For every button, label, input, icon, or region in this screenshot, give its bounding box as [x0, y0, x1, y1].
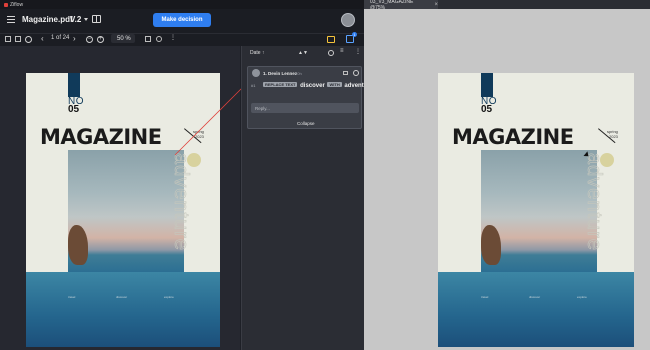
zoom-in-icon[interactable]: +	[97, 36, 104, 43]
magazine-title: MAGAZINE	[452, 125, 574, 149]
comment-word-1: discover	[300, 83, 325, 89]
book-icon[interactable]	[92, 15, 101, 23]
magazine-color-bar	[68, 73, 80, 97]
app-name: Ziflow	[10, 1, 24, 8]
status-icon[interactable]	[353, 70, 359, 76]
rock-formation	[68, 225, 88, 265]
search-icon[interactable]	[328, 50, 334, 56]
sort-arrows-icon[interactable]: ▲▼	[298, 50, 308, 56]
left-tab-strip	[0, 0, 364, 9]
zoom-level-select[interactable]: 50 %	[111, 34, 135, 43]
more-options-icon[interactable]: ⋮	[355, 48, 361, 55]
magazine-color-bar	[481, 73, 493, 97]
magazine-title: MAGAZINE	[40, 125, 162, 149]
next-page-icon[interactable]: ›	[73, 34, 76, 43]
version-selector[interactable]: V.2	[70, 15, 81, 24]
footer-word-2: discover	[116, 295, 128, 299]
ziflow-logo-icon	[4, 2, 8, 7]
more-options-icon[interactable]: ⋮	[170, 34, 176, 41]
comment-body: REPLACE TEXT discover WITH adventure	[262, 82, 373, 89]
make-decision-button[interactable]: Make decision	[153, 13, 211, 27]
rock-formation	[481, 225, 501, 265]
reply-input[interactable]: Reply...	[251, 103, 359, 113]
vertical-word: adventure	[583, 153, 606, 252]
magazine-page-right[interactable]: NO 05 MAGAZINE spring 2023 adventure tra…	[438, 73, 634, 347]
grid-view-icon[interactable]	[15, 36, 21, 42]
footer-word-1: travel	[481, 295, 489, 299]
rotate-icon[interactable]	[156, 36, 162, 42]
season-label: spring 2023	[607, 129, 618, 139]
issue-number: 05	[68, 104, 80, 115]
footer-word-2: discover	[529, 295, 541, 299]
comment-mode-icon[interactable]	[327, 36, 335, 43]
with-tag: WITH	[327, 82, 342, 87]
hamburger-menu-icon[interactable]	[7, 16, 15, 23]
fit-page-icon[interactable]	[145, 36, 151, 42]
magazine-page-left[interactable]: NO 05 MAGAZINE spring 2023 adventure tra…	[26, 73, 220, 347]
cover-sea	[438, 272, 634, 347]
prev-page-icon[interactable]: ‹	[41, 34, 44, 43]
close-icon[interactable]: ×	[434, 2, 438, 8]
year-text: 2023	[609, 134, 618, 139]
zoom-out-icon[interactable]: −	[86, 36, 93, 43]
app-tab[interactable]: Ziflow	[0, 0, 27, 9]
footer-word-3: explore	[164, 295, 174, 299]
comment-time: 20h	[295, 71, 302, 76]
chevron-down-icon[interactable]	[84, 18, 88, 21]
year-text: 2023	[195, 134, 204, 139]
comment-count-badge: 1	[352, 32, 357, 37]
comment-prefix: #1	[251, 83, 256, 88]
footer-word-1: travel	[68, 295, 76, 299]
season-label: spring 2023	[193, 129, 204, 139]
replace-text-tag: REPLACE TEXT	[263, 82, 298, 87]
sort-selector[interactable]: Date ↑	[250, 50, 264, 56]
cover-sea	[26, 272, 220, 347]
commenter-avatar	[252, 69, 260, 77]
user-avatar[interactable]	[341, 13, 355, 27]
page-indicator[interactable]: 1 of 24	[51, 35, 69, 41]
issue-number: 05	[481, 104, 493, 115]
single-page-view-icon[interactable]	[5, 36, 11, 42]
file-name: Magazine.pdf	[22, 15, 73, 24]
collapse-button[interactable]: Collapse	[297, 121, 315, 126]
search-icon[interactable]	[25, 36, 32, 43]
filter-icon[interactable]: ≡	[340, 48, 344, 54]
vertical-word: adventure	[170, 153, 193, 252]
compare-tab[interactable]: 03_V3_MAGAZINE @75% ×	[364, 0, 438, 11]
comment-author: 1. Devin Lennez	[263, 71, 298, 76]
footer-word-3: explore	[577, 295, 587, 299]
resolve-icon[interactable]	[343, 71, 348, 75]
